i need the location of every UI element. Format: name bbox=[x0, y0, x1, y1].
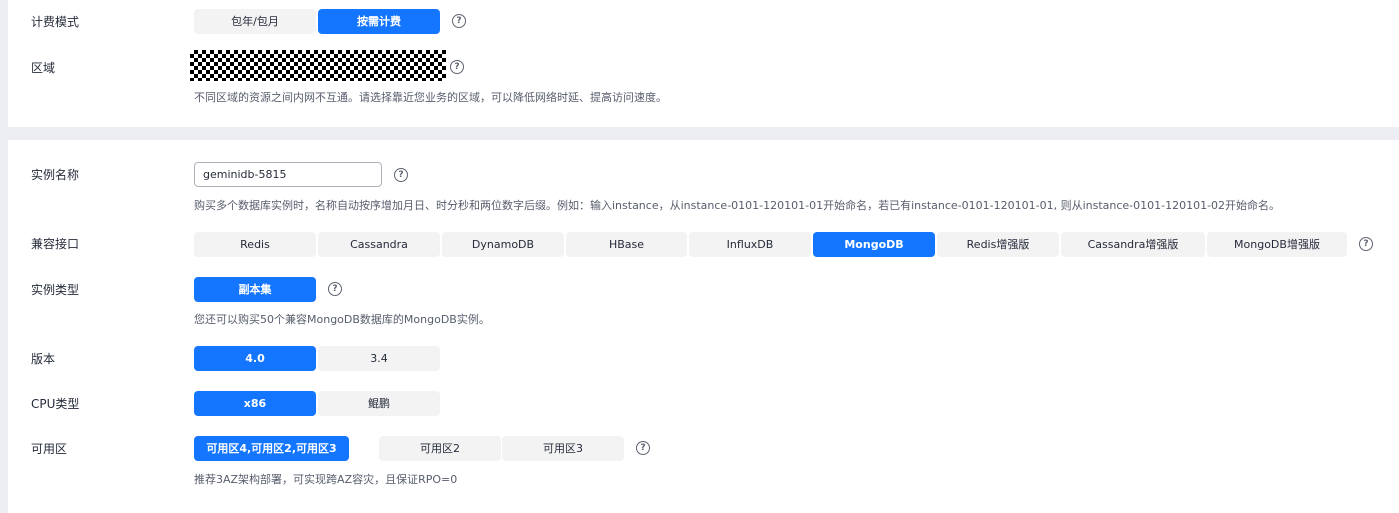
instance-name-hint: 购买多个数据库实例时，名称自动按序增加月日、时分秒和两位数字后缀。例如：输入in… bbox=[194, 199, 1281, 212]
version-label: 版本 bbox=[31, 352, 56, 366]
region-selector-redacted[interactable] bbox=[190, 50, 446, 81]
billing-help-icon[interactable]: ? bbox=[452, 14, 466, 28]
az-hint: 推荐3AZ架构部署，可实现跨AZ容灾，且保证RPO=0 bbox=[194, 473, 458, 486]
version-option-3-4[interactable]: 3.4 bbox=[318, 346, 440, 371]
billing-region-panel: 计费模式 包年/包月 按需计费 ? 区域 ? 不同区域的资源之间内网不互通。请选… bbox=[8, 0, 1399, 127]
region-help-icon[interactable]: ? bbox=[450, 60, 464, 74]
cpu-option-x86[interactable]: x86 bbox=[194, 391, 316, 416]
compat-option-redis[interactable]: Redis bbox=[194, 232, 316, 257]
billing-option-yearly-monthly[interactable]: 包年/包月 bbox=[194, 9, 316, 34]
region-hint: 不同区域的资源之间内网不互通。请选择靠近您业务的区域，可以降低网络时延、提高访问… bbox=[194, 91, 667, 104]
billing-mode-label: 计费模式 bbox=[31, 15, 80, 29]
az-option-3[interactable]: 可用区3 bbox=[502, 436, 624, 461]
instance-name-label: 实例名称 bbox=[31, 168, 80, 182]
az-option-multi[interactable]: 可用区4,可用区2,可用区3 bbox=[194, 436, 349, 461]
az-help-icon[interactable]: ? bbox=[636, 441, 650, 455]
instance-type-help-icon[interactable]: ? bbox=[328, 282, 342, 296]
instance-name-input[interactable] bbox=[194, 162, 382, 187]
billing-option-on-demand[interactable]: 按需计费 bbox=[318, 9, 440, 34]
compat-option-cassandra[interactable]: Cassandra bbox=[318, 232, 440, 257]
compat-option-mongodb[interactable]: MongoDB bbox=[813, 232, 935, 257]
cpu-option-kunpeng[interactable]: 鲲鹏 bbox=[318, 391, 440, 416]
compat-option-hbase[interactable]: HBase bbox=[566, 232, 687, 257]
az-option-2[interactable]: 可用区2 bbox=[379, 436, 501, 461]
compat-interface-help-icon[interactable]: ? bbox=[1359, 237, 1373, 251]
compat-option-mongodb-enhanced[interactable]: MongoDB增强版 bbox=[1207, 232, 1347, 257]
cpu-type-label: CPU类型 bbox=[31, 397, 80, 411]
region-label: 区域 bbox=[31, 61, 56, 75]
instance-type-hint: 您还可以购买50个兼容MongoDB数据库的MongoDB实例。 bbox=[194, 313, 490, 326]
compat-option-dynamodb[interactable]: DynamoDB bbox=[442, 232, 564, 257]
compat-interface-label: 兼容接口 bbox=[31, 237, 80, 251]
version-option-4-0[interactable]: 4.0 bbox=[194, 346, 316, 371]
instance-config-panel: 实例名称 ? 购买多个数据库实例时，名称自动按序增加月日、时分秒和两位数字后缀。… bbox=[8, 140, 1399, 513]
compat-option-redis-enhanced[interactable]: Redis增强版 bbox=[937, 232, 1059, 257]
compat-option-influxdb[interactable]: InfluxDB bbox=[689, 232, 811, 257]
az-label: 可用区 bbox=[31, 442, 68, 456]
instance-type-option-replica-set[interactable]: 副本集 bbox=[194, 277, 316, 302]
instance-type-label: 实例类型 bbox=[31, 283, 80, 297]
compat-option-cassandra-enhanced[interactable]: Cassandra增强版 bbox=[1061, 232, 1205, 257]
instance-name-help-icon[interactable]: ? bbox=[394, 168, 408, 182]
